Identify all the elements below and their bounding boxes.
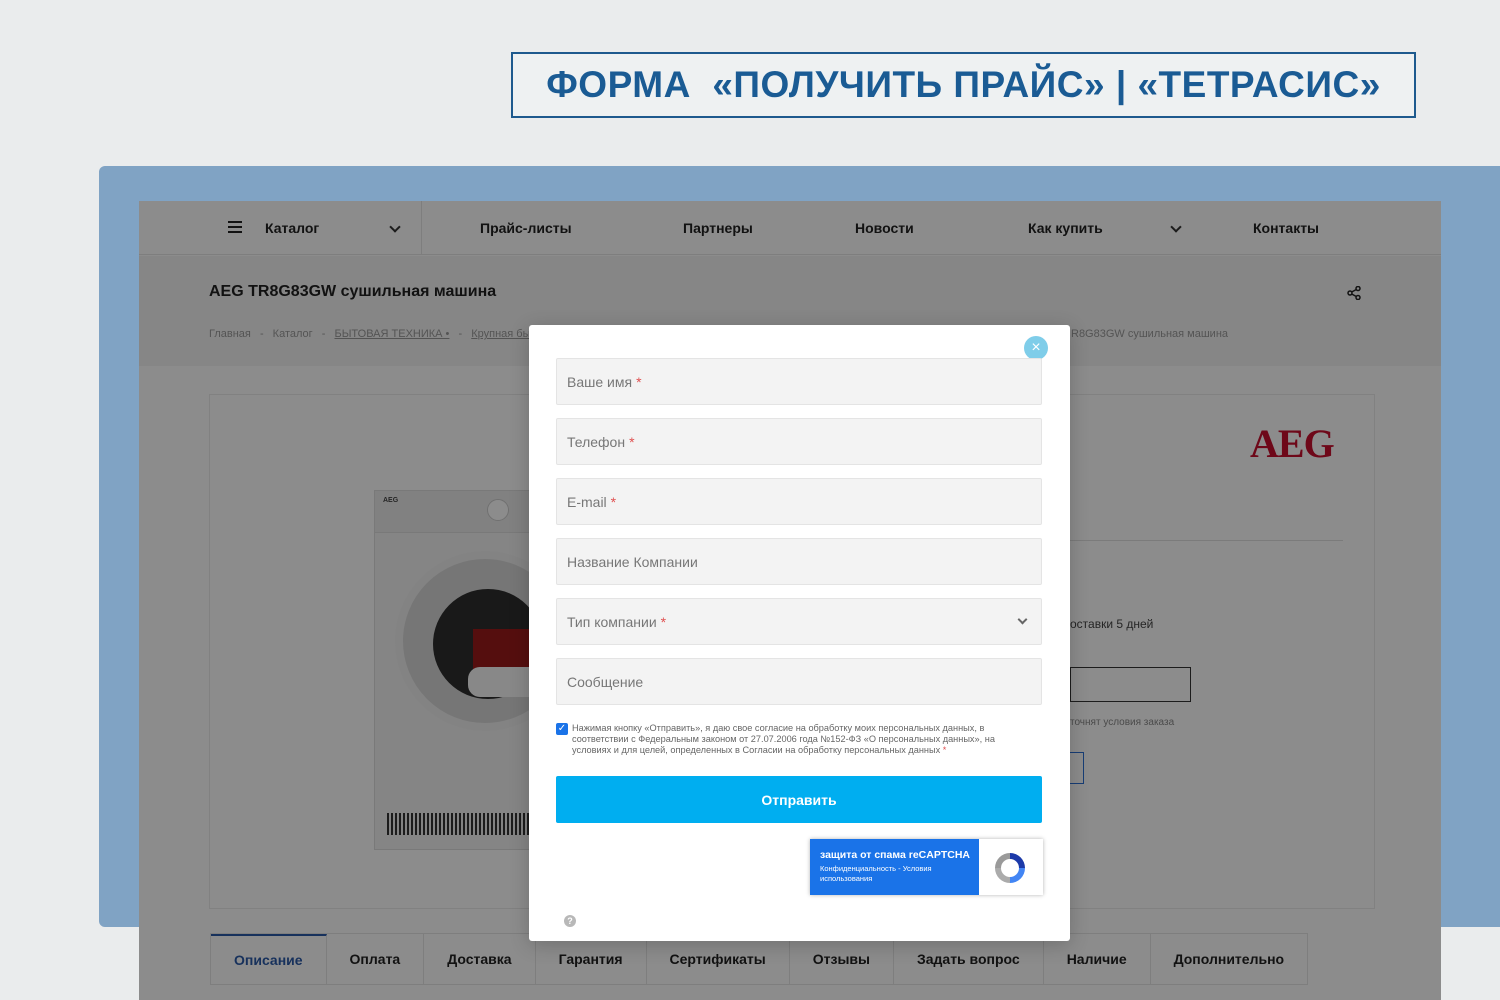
message-field[interactable]: Сообщение xyxy=(556,658,1042,705)
company-type-select[interactable]: Тип компании * xyxy=(556,598,1042,645)
submit-button[interactable]: Отправить xyxy=(556,776,1042,823)
consent-checkbox[interactable]: ✓ xyxy=(556,723,568,735)
consent-text: Нажимая кнопку «Отправить», я даю свое с… xyxy=(572,723,1034,756)
close-icon[interactable]: × xyxy=(1024,336,1048,360)
recaptcha-icon xyxy=(995,853,1025,883)
phone-placeholder: Телефон xyxy=(567,433,626,450)
company-name-field[interactable]: Название Компании xyxy=(556,538,1042,585)
required-mark: * xyxy=(636,373,642,390)
recaptcha-text-panel: защита от спама reCAPTCHA Конфиденциальн… xyxy=(810,839,979,895)
recaptcha-links[interactable]: Конфиденциальность - Условия использован… xyxy=(820,864,969,884)
slide-title: ФОРМА «ПОЛУЧИТЬ ПРАЙС» | «ТЕТРАСИС» xyxy=(511,52,1416,118)
email-placeholder: E-mail xyxy=(567,493,607,510)
company-name-placeholder: Название Компании xyxy=(567,553,698,570)
chevron-down-icon xyxy=(1017,614,1028,625)
consent-label: Нажимая кнопку «Отправить», я даю свое с… xyxy=(572,723,995,755)
phone-field[interactable]: Телефон * xyxy=(556,418,1042,465)
email-field[interactable]: E-mail * xyxy=(556,478,1042,525)
price-request-modal: × Ваше имя * Телефон * E-mail * Название Ко… xyxy=(529,325,1070,941)
help-icon[interactable]: ? xyxy=(564,915,576,927)
required-mark: * xyxy=(610,493,617,510)
name-field[interactable]: Ваше имя * xyxy=(556,358,1042,405)
message-placeholder: Сообщение xyxy=(567,673,644,690)
company-type-placeholder: Тип компании xyxy=(567,613,657,630)
recaptcha-title: защита от спама reCAPTCHA xyxy=(820,849,971,861)
required-mark: * xyxy=(660,613,667,630)
recaptcha-badge[interactable]: защита от спама reCAPTCHA Конфиденциальн… xyxy=(810,839,1043,895)
required-mark: * xyxy=(629,433,635,450)
name-placeholder: Ваше имя xyxy=(567,373,633,390)
required-mark: * xyxy=(942,745,947,755)
